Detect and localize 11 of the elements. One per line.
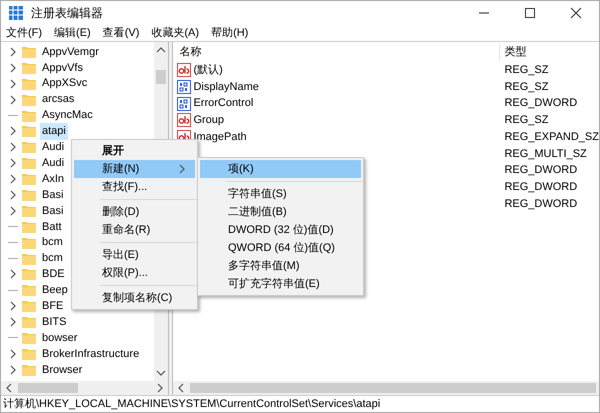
value-type: REG_DWORD (503, 180, 578, 195)
value-type: REG_MULTI_SZ (503, 146, 587, 162)
value-type: REG_DWORD (503, 196, 578, 212)
status-bar: 计算机\HKEY_LOCAL_MACHINE\SYSTEM\CurrentControlSet\Services\atapi (1, 395, 599, 412)
value-type: REG_DWORD (503, 96, 578, 112)
value-type: REG_EXPAND_SZ (503, 130, 599, 145)
value-type: REG_DWORD (503, 163, 578, 178)
value-type: REG_SZ (503, 80, 548, 95)
window-title: 注册表编辑器 (31, 5, 103, 22)
value-type: REG_SZ (503, 63, 548, 78)
value-type: REG_SZ (503, 113, 548, 128)
